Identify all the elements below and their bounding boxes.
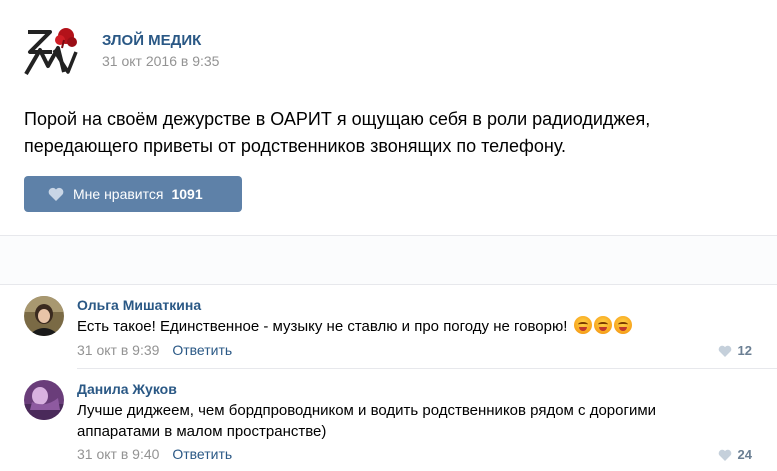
author-logo[interactable]	[24, 22, 80, 78]
comment-text: Есть такое! Единственное - музыку не ста…	[77, 316, 717, 337]
comment-meta: 31 окт в 9:39 Ответить	[77, 342, 232, 358]
reply-link[interactable]: Ответить	[172, 342, 232, 358]
comment-text: Лучше диджеем, чем бордпроводником и вод…	[77, 402, 657, 440]
comment-author[interactable]: Данила Жуков	[77, 381, 177, 397]
heart-icon	[718, 345, 732, 357]
comment-date[interactable]: 31 окт в 9:40	[77, 446, 159, 462]
divider	[0, 284, 777, 285]
divider	[77, 368, 777, 369]
post-date[interactable]: 31 окт 2016 в 9:35	[102, 53, 219, 69]
post-text: Порой на своём дежурстве в ОАРИТ я ощуща…	[24, 106, 744, 160]
like-label: Мне нравится	[73, 186, 164, 202]
post-footer-band	[0, 236, 777, 284]
comment-like-button[interactable]: 24	[718, 447, 752, 462]
comment-text-content: Есть такое! Единственное - музыку не ста…	[77, 318, 568, 335]
post-author[interactable]: ЗЛОЙ МЕДИК	[102, 32, 201, 49]
comment-author[interactable]: Ольга Мишаткина	[77, 297, 201, 313]
angry-face-emoji-icon	[593, 316, 612, 334]
angry-face-emoji-icon	[613, 316, 632, 334]
post-text-line: Порой на своём дежурстве в ОАРИТ я ощуща…	[24, 109, 651, 129]
reply-link[interactable]: Ответить	[172, 446, 232, 462]
post-header: ЗЛОЙ МЕДИК 31 окт 2016 в 9:35	[24, 22, 724, 82]
heart-icon	[48, 187, 64, 201]
comment-meta: 31 окт в 9:40 Ответить	[77, 446, 232, 462]
angry-face-emoji-icon	[573, 316, 592, 334]
comment-like-count: 24	[737, 447, 752, 462]
like-count: 1091	[171, 186, 203, 202]
avatar[interactable]	[24, 296, 64, 336]
heart-icon	[718, 449, 732, 461]
comment-like-button[interactable]: 12	[718, 343, 752, 358]
avatar[interactable]	[24, 380, 64, 420]
post-text-line: передающего приветы от родственников зво…	[24, 136, 567, 156]
comment-like-count: 12	[737, 343, 752, 358]
like-button[interactable]: Мне нравится 1091	[24, 176, 242, 212]
comment-date[interactable]: 31 окт в 9:39	[77, 342, 159, 358]
